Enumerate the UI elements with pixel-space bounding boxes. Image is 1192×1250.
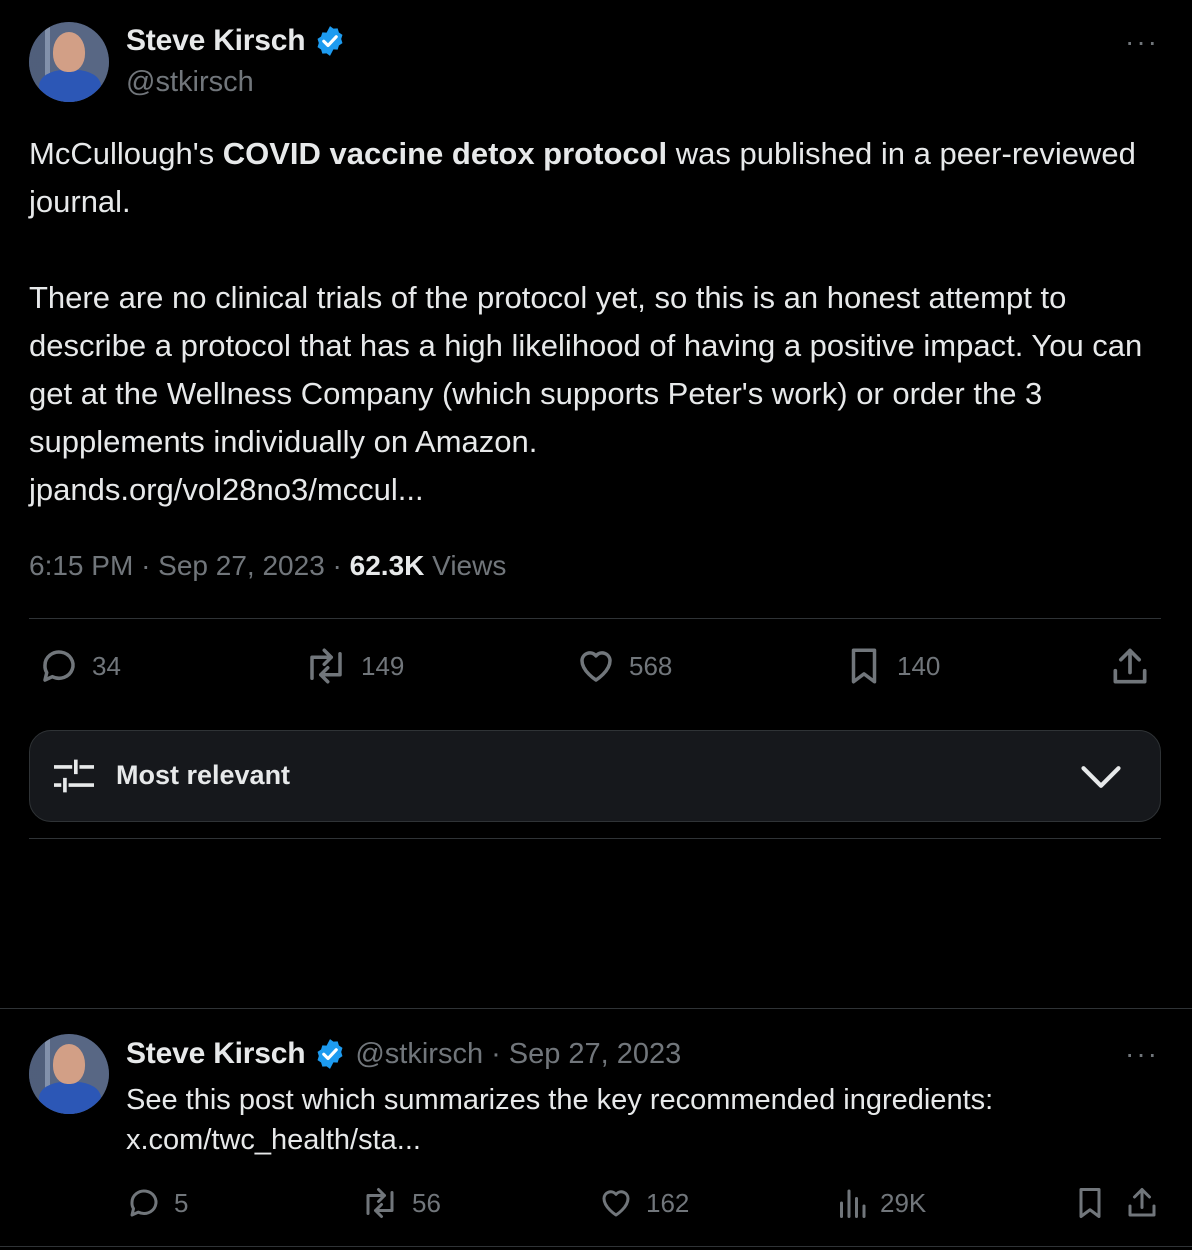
reply-button[interactable]: 34 [38, 645, 121, 687]
like-button[interactable]: 568 [575, 645, 672, 687]
reply-icon [43, 650, 75, 682]
reply-repost-count: 56 [412, 1187, 441, 1218]
reply-date[interactable]: Sep 27, 2023 [509, 1038, 682, 1071]
like-count: 568 [629, 650, 673, 681]
share-icon [1113, 648, 1147, 684]
reply-separator: · [491, 1037, 501, 1070]
verified-badge-icon [317, 1039, 343, 1069]
bottom-divider [0, 1246, 1192, 1247]
sliders-icon [54, 759, 94, 793]
more-options-icon[interactable]: ··· [1125, 1038, 1159, 1070]
reply-views-count: 29K [880, 1187, 927, 1218]
tweet-link[interactable]: jpands.org/vol28no3/mccul... [29, 466, 424, 514]
share-button[interactable] [1108, 645, 1152, 689]
reply-reply-button[interactable]: 5 [126, 1185, 188, 1221]
tweet-meta: 6:15 PM · Sep 27, 2023 · 62.3K Views [29, 550, 507, 581]
reply-repost-button[interactable]: 56 [360, 1185, 441, 1221]
divider [29, 618, 1161, 619]
tweet-text-bold: COVID vaccine detox protocol [222, 136, 668, 171]
author-name[interactable]: Steve Kirsch [126, 24, 306, 58]
bookmark-count: 140 [897, 650, 941, 681]
reply-like-button[interactable]: 162 [598, 1185, 689, 1221]
reply-author-avatar[interactable] [29, 1034, 109, 1114]
repost-icon [366, 1188, 394, 1218]
more-options-icon[interactable]: ··· [1125, 26, 1159, 58]
section-divider [0, 1008, 1192, 1009]
verified-badge-icon [317, 26, 343, 56]
tweet-time[interactable]: 6:15 PM [29, 550, 133, 581]
views-bar-chart-icon [840, 1189, 866, 1218]
bookmark-button[interactable]: 140 [843, 645, 940, 687]
views-label: Views [432, 550, 507, 581]
reply-bookmark-button[interactable] [1072, 1185, 1108, 1221]
tweet-paragraph-2: There are no clinical trials of the prot… [29, 280, 1151, 459]
reply-icon [130, 1189, 158, 1217]
reply-like-count: 162 [646, 1187, 690, 1218]
bookmark-icon [851, 648, 877, 684]
bookmark-icon [1079, 1188, 1101, 1218]
sort-label: Most relevant [116, 760, 291, 790]
reply-header: Steve Kirsch @stkirsch · Sep 27, 2023 [126, 1037, 681, 1071]
share-icon [1128, 1188, 1156, 1217]
reply-text: See this post which summarizes the key r… [126, 1084, 994, 1116]
heart-icon [602, 1190, 630, 1217]
tweet-text-part1: McCullough's [29, 136, 223, 171]
reply-share-button[interactable] [1124, 1184, 1160, 1222]
author-avatar[interactable] [29, 22, 109, 102]
divider [29, 838, 1161, 839]
author-handle[interactable]: @stkirsch [126, 66, 254, 99]
reply-count: 34 [92, 650, 121, 681]
repost-count: 149 [361, 650, 405, 681]
author-name-row: Steve Kirsch [126, 24, 347, 58]
tweet-date[interactable]: Sep 27, 2023 [158, 550, 325, 581]
reply-author-handle[interactable]: @stkirsch [355, 1038, 483, 1071]
repost-icon [310, 648, 342, 684]
sort-dropdown[interactable]: Most relevant [29, 730, 1161, 822]
repost-button[interactable]: 149 [303, 645, 404, 687]
chevron-down-icon [1081, 766, 1121, 788]
reply-reply-count: 5 [174, 1187, 189, 1218]
reply-link[interactable]: x.com/twc_health/sta... [126, 1120, 421, 1160]
tweet-body: McCullough's COVID vaccine detox protoco… [29, 130, 1164, 226]
heart-icon [580, 651, 612, 682]
reply-views-button[interactable]: 29K [836, 1185, 926, 1221]
views-count: 62.3K [349, 550, 425, 581]
reply-author-name[interactable]: Steve Kirsch [126, 1037, 306, 1071]
